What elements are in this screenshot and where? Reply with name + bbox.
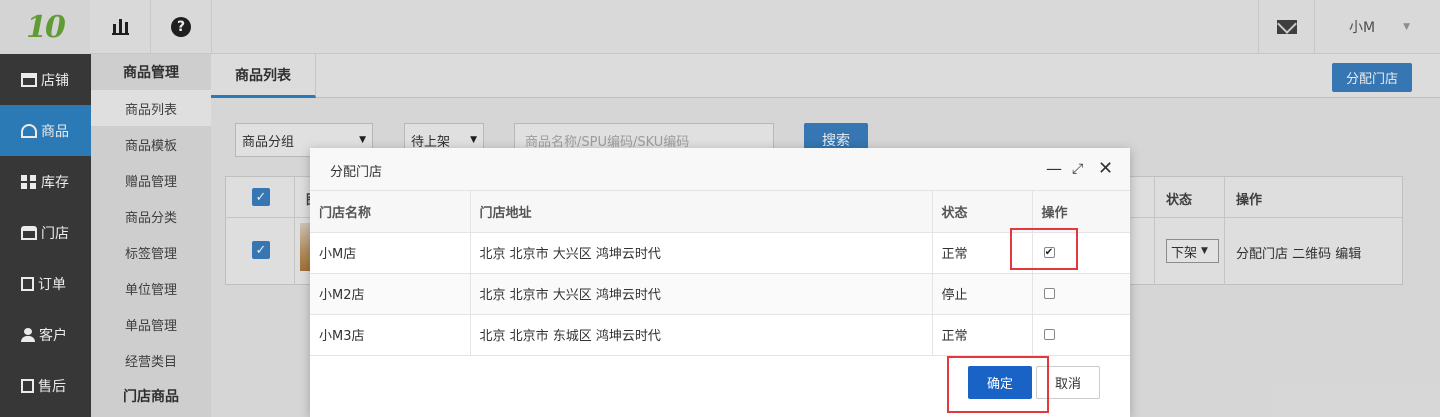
shop-name: 小M2店 xyxy=(310,273,471,315)
table-row: 小M3店 北京 北京市 东城区 鸿坤云时代 正常 xyxy=(310,314,1130,356)
shop-status: 正常 xyxy=(932,314,1033,356)
col-shop-name: 门店名称 xyxy=(310,191,471,233)
highlight-box-checkbox xyxy=(1010,228,1078,270)
table-row: 小M2店 北京 北京市 大兴区 鸿坤云时代 停止 xyxy=(310,273,1130,315)
close-icon[interactable]: ✕ xyxy=(1098,160,1113,178)
shop-address: 北京 北京市 东城区 鸿坤云时代 xyxy=(470,314,933,356)
table-header-row: 门店名称 门店地址 状态 操作 xyxy=(310,191,1130,233)
dialog-header: 分配门店 — ⤢ ✕ xyxy=(310,148,1130,191)
col-shop-address: 门店地址 xyxy=(470,191,933,233)
col-shop-status: 状态 xyxy=(932,191,1033,233)
shop-address: 北京 北京市 大兴区 鸿坤云时代 xyxy=(470,232,933,274)
shop-name: 小M3店 xyxy=(310,314,471,356)
shop-table: 门店名称 门店地址 状态 操作 小M店 北京 北京市 大兴区 鸿坤云时代 正常 … xyxy=(310,191,1130,356)
shop-name: 小M店 xyxy=(310,232,471,274)
dialog-title: 分配门店 xyxy=(330,165,383,180)
table-row: 小M店 北京 北京市 大兴区 鸿坤云时代 正常 ✔ xyxy=(310,232,1130,274)
minimize-icon[interactable]: — xyxy=(1046,160,1062,178)
col-shop-op: 操作 xyxy=(1032,191,1130,233)
highlight-box-confirm xyxy=(947,356,1049,413)
maximize-icon[interactable]: ⤢ xyxy=(1072,160,1083,178)
shop-checkbox[interactable] xyxy=(1043,329,1055,340)
shop-status: 停止 xyxy=(932,273,1033,315)
shop-checkbox[interactable] xyxy=(1043,288,1055,299)
shop-address: 北京 北京市 大兴区 鸿坤云时代 xyxy=(470,273,933,315)
